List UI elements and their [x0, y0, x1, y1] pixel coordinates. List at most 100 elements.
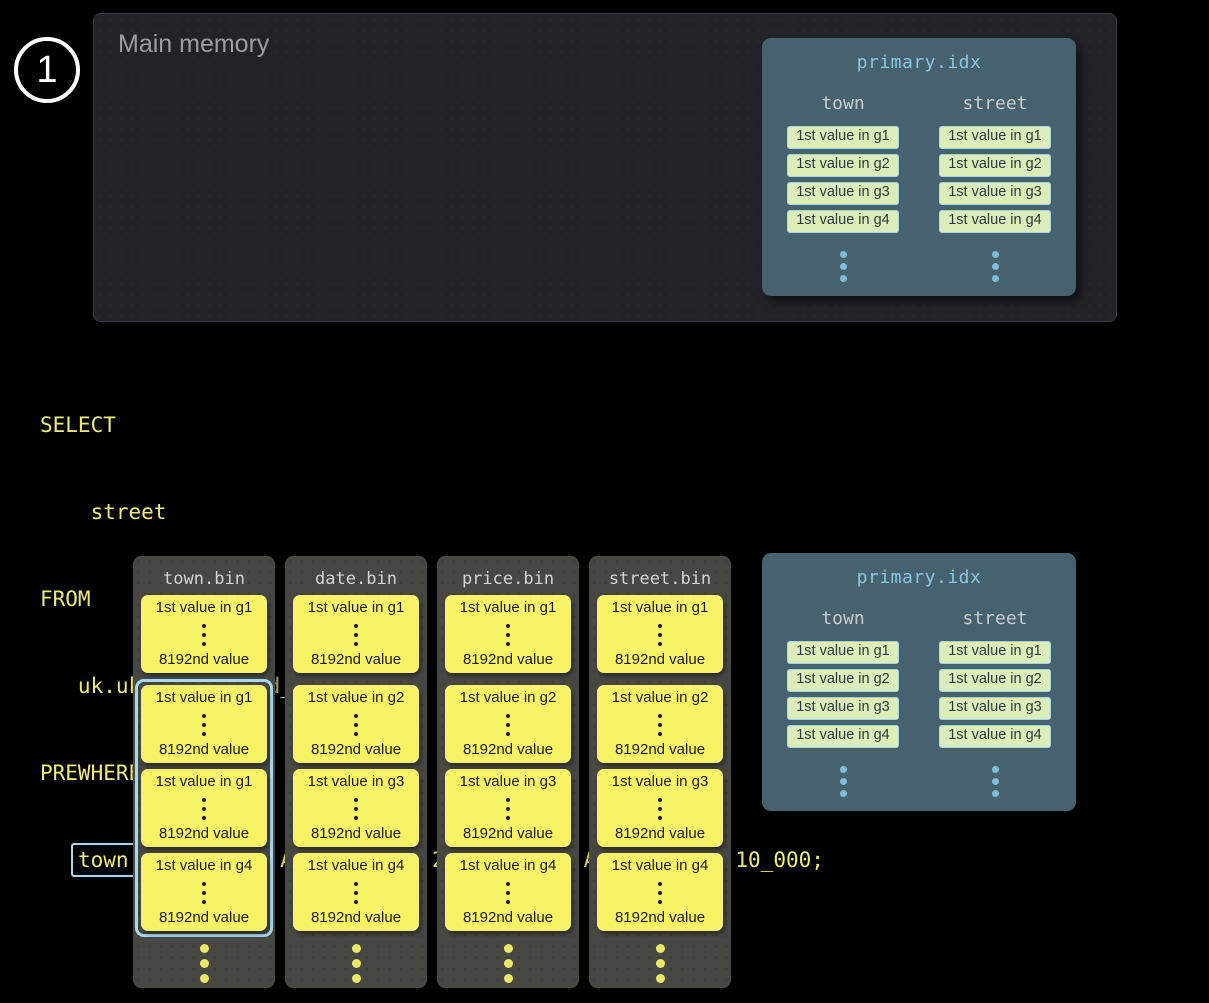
- index-column-header-street: street: [962, 608, 1027, 629]
- granule-block: 1st value in g2 8192nd value: [597, 685, 723, 763]
- granule-ellipsis-icon: [202, 712, 206, 736]
- primary-idx-title: primary.idx: [762, 38, 1076, 73]
- granule-block: 1st value in g3 8192nd value: [445, 769, 571, 847]
- index-entry: 1st value in g2: [939, 669, 1051, 692]
- granules-group: 1st value in g2 8192nd value 1st value i…: [439, 679, 577, 937]
- index-column-town: town 1st value in g1 1st value in g2 1st…: [787, 93, 899, 282]
- granule-last-value: 8192nd value: [159, 909, 249, 926]
- granule-first-value: 1st value in g3: [308, 773, 405, 790]
- granule-last-value: 8192nd value: [463, 741, 553, 758]
- granule-block: 1st value in g3 8192nd value: [597, 769, 723, 847]
- granule-first-value: 1st value in g2: [612, 689, 709, 706]
- bin-ellipsis-dots-icon: [656, 944, 665, 983]
- granule-ellipsis-icon: [354, 796, 358, 820]
- index-entry: 1st value in g1: [939, 126, 1051, 149]
- index-entry: 1st value in g2: [939, 154, 1051, 177]
- ellipsis-dots-icon: [992, 766, 999, 797]
- index-entry: 1st value in g1: [939, 641, 1051, 664]
- granule-ellipsis-icon: [658, 712, 662, 736]
- granule-last-value: 8192nd value: [463, 825, 553, 842]
- granule-ellipsis-icon: [354, 622, 358, 646]
- primary-idx-title: primary.idx: [762, 553, 1076, 588]
- index-entry: 1st value in g1: [787, 641, 899, 664]
- granule-last-value: 8192nd value: [311, 651, 401, 668]
- index-column-street: street 1st value in g1 1st value in g2 1…: [939, 608, 1051, 797]
- primary-idx-panel-disk: primary.idx town 1st value in g1 1st val…: [762, 553, 1076, 811]
- granule-ellipsis-icon: [506, 712, 510, 736]
- granule-block: 1st value in g1 8192nd value: [141, 769, 267, 847]
- granule-last-value: 8192nd value: [615, 909, 705, 926]
- selected-granules-outline: 1st value in g1 8192nd value 1st value i…: [135, 679, 273, 937]
- primary-idx-panel-memory: primary.idx town 1st value in g1 1st val…: [762, 38, 1076, 296]
- granule-last-value: 8192nd value: [615, 825, 705, 842]
- bin-title: price.bin: [437, 569, 579, 590]
- granule-ellipsis-icon: [202, 880, 206, 904]
- granule-first-value: 1st value in g2: [460, 689, 557, 706]
- index-column-header-town: town: [821, 93, 864, 114]
- granule-ellipsis-icon: [506, 880, 510, 904]
- bin-title: street.bin: [589, 569, 731, 590]
- granule-last-value: 8192nd value: [159, 741, 249, 758]
- granule-ellipsis-icon: [354, 880, 358, 904]
- index-entry: 1st value in g3: [939, 182, 1051, 205]
- granule-block: 1st value in g1 8192nd value: [141, 595, 267, 673]
- granule-first-value: 1st value in g1: [156, 599, 253, 616]
- index-entry: 1st value in g3: [939, 697, 1051, 720]
- bin-column-street: street.bin 1st value in g1 8192nd value …: [589, 556, 731, 988]
- index-entry: 1st value in g4: [787, 210, 899, 233]
- bin-ellipsis-dots-icon: [504, 944, 513, 983]
- granule-block: 1st value in g4 8192nd value: [141, 853, 267, 931]
- index-entry: 1st value in g2: [787, 154, 899, 177]
- index-entry: 1st value in g3: [787, 182, 899, 205]
- granule-last-value: 8192nd value: [159, 825, 249, 842]
- granule-first-value: 1st value in g2: [308, 689, 405, 706]
- granule-last-value: 8192nd value: [463, 651, 553, 668]
- granule-block: 1st value in g1 8192nd value: [597, 595, 723, 673]
- granule-ellipsis-icon: [506, 622, 510, 646]
- sql-line-select: SELECT: [40, 411, 824, 440]
- ellipsis-dots-icon: [840, 766, 847, 797]
- granule-block: 1st value in g1 8192nd value: [445, 595, 571, 673]
- bin-column-town: town.bin 1st value in g1 8192nd value 1s…: [133, 556, 275, 988]
- granule-first-value: 1st value in g4: [460, 857, 557, 874]
- index-entry: 1st value in g4: [787, 725, 899, 748]
- index-entry: 1st value in g4: [939, 210, 1051, 233]
- index-entry: 1st value in g4: [939, 725, 1051, 748]
- granule-block: 1st value in g4 8192nd value: [597, 853, 723, 931]
- granule-first-value: 1st value in g3: [460, 773, 557, 790]
- granule-block: 1st value in g3 8192nd value: [293, 769, 419, 847]
- index-column-header-town: town: [821, 608, 864, 629]
- granule-first-value: 1st value in g1: [156, 773, 253, 790]
- step-number-badge: 1: [14, 37, 80, 103]
- granule-last-value: 8192nd value: [159, 651, 249, 668]
- granule-last-value: 8192nd value: [615, 741, 705, 758]
- granule-first-value: 1st value in g4: [156, 857, 253, 874]
- granule-ellipsis-icon: [506, 796, 510, 820]
- bin-title: town.bin: [133, 569, 275, 590]
- bin-title: date.bin: [285, 569, 427, 590]
- granule-last-value: 8192nd value: [311, 741, 401, 758]
- bin-column-date: date.bin 1st value in g1 8192nd value 1s…: [285, 556, 427, 988]
- granule-first-value: 1st value in g1: [308, 599, 405, 616]
- bin-granules: 1st value in g1 8192nd value 1st value i…: [285, 595, 427, 983]
- bin-granules: 1st value in g1 8192nd value 1st value i…: [589, 595, 731, 983]
- bin-ellipsis-dots-icon: [352, 944, 361, 983]
- main-memory-title: Main memory: [118, 30, 269, 59]
- granule-last-value: 8192nd value: [311, 825, 401, 842]
- granules-group: 1st value in g2 8192nd value 1st value i…: [287, 679, 425, 937]
- granule-last-value: 8192nd value: [615, 651, 705, 668]
- granule-ellipsis-icon: [658, 796, 662, 820]
- granule-ellipsis-icon: [202, 796, 206, 820]
- ellipsis-dots-icon: [992, 251, 999, 282]
- granule-first-value: 1st value in g4: [308, 857, 405, 874]
- index-column-header-street: street: [962, 93, 1027, 114]
- step-number: 1: [36, 49, 57, 92]
- granule-ellipsis-icon: [202, 622, 206, 646]
- granule-block: 1st value in g2 8192nd value: [293, 685, 419, 763]
- granule-first-value: 1st value in g4: [612, 857, 709, 874]
- index-entry: 1st value in g1: [787, 126, 899, 149]
- primary-idx-columns: town 1st value in g1 1st value in g2 1st…: [762, 93, 1076, 282]
- granule-first-value: 1st value in g3: [612, 773, 709, 790]
- granule-first-value: 1st value in g1: [612, 599, 709, 616]
- granule-block: 1st value in g4 8192nd value: [445, 853, 571, 931]
